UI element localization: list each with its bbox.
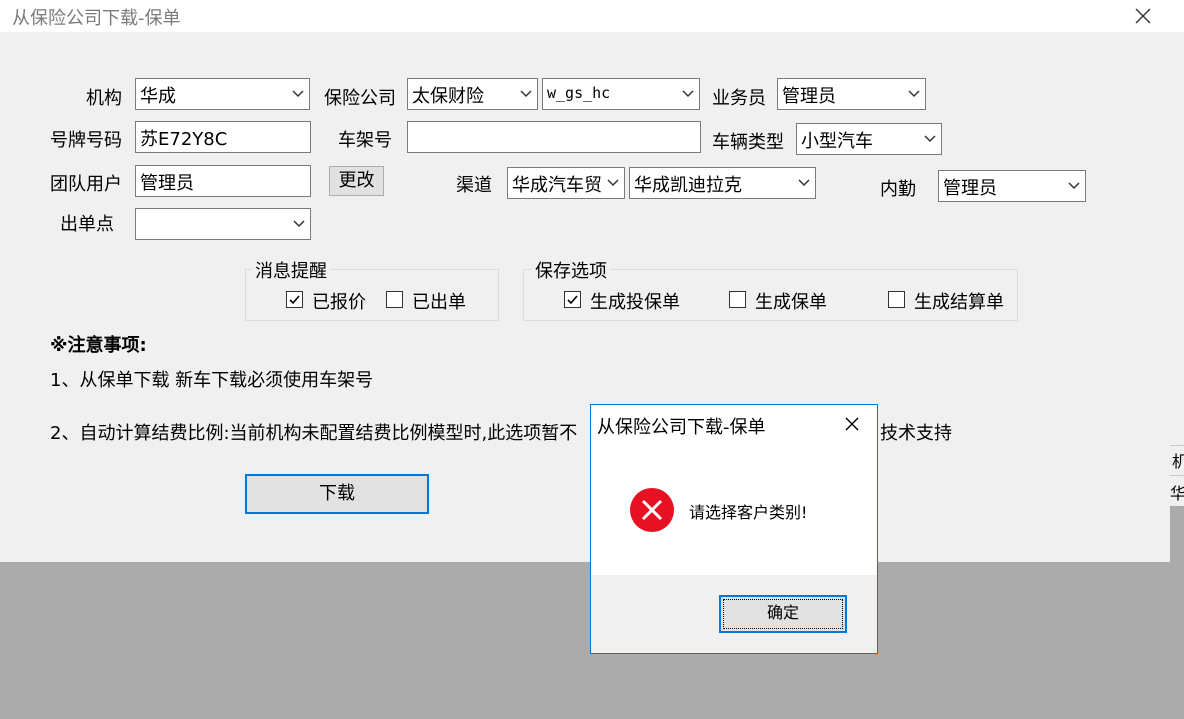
error-icon (630, 488, 674, 532)
group-title: 消息提醒 (252, 257, 330, 283)
background-divider (1168, 475, 1184, 476)
message-reminder-group: 消息提醒 已报价 已出单 (245, 257, 499, 321)
close-icon (845, 417, 859, 431)
main-window: 从保险公司下载-保单 机构 华成 保险公司 太保财险 w_gs_hc 业务员 管… (0, 0, 1184, 562)
dialog-footer: 确定 (591, 575, 877, 653)
channel-combo-1[interactable]: 华成汽车贸 (507, 167, 625, 199)
insurer-combo[interactable]: 太保财险 (407, 78, 538, 110)
vehicle-type-combo[interactable]: 小型汽车 (796, 123, 942, 155)
insurer-label: 保险公司 (324, 88, 396, 109)
dialog-title: 从保险公司下载-保单 (597, 417, 766, 438)
outlet-combo[interactable] (135, 208, 311, 240)
background-cell-text: 机 (1172, 452, 1184, 471)
chevron-down-icon (924, 135, 936, 143)
channel-value-2: 华成凯迪拉克 (634, 175, 742, 196)
ok-button[interactable]: 确定 (719, 595, 847, 633)
chevron-down-icon (520, 90, 532, 98)
plate-label: 号牌号码 (50, 130, 122, 151)
window-title: 从保险公司下载-保单 (12, 8, 181, 29)
salesman-value: 管理员 (782, 86, 836, 107)
checkmark-icon (567, 295, 578, 305)
change-button[interactable]: 更改 (329, 166, 384, 196)
chevron-down-icon (908, 90, 920, 98)
team-user-value: 管理员 (140, 173, 194, 194)
chevron-down-icon (798, 179, 810, 187)
gen-settlement-label: 生成结算单 (914, 292, 1004, 313)
channel-value-1: 华成汽车贸 (512, 175, 602, 196)
notes-line-2-end: 技术支持 (880, 423, 952, 444)
background-divider (1168, 445, 1184, 446)
notes-line-1: 1、从保单下载 新车下载必须使用车架号 (50, 370, 374, 391)
chevron-down-icon (607, 179, 619, 187)
issued-checkbox[interactable] (386, 291, 403, 308)
save-options-group: 保存选项 生成投保单 生成保单 生成结算单 (523, 257, 1018, 321)
main-titlebar: 从保险公司下载-保单 (0, 0, 1184, 32)
account-combo[interactable]: w_gs_hc (542, 78, 700, 110)
quoted-label: 已报价 (312, 292, 366, 313)
group-title: 保存选项 (532, 257, 610, 283)
dialog-close-button[interactable] (841, 413, 863, 435)
team-user-input[interactable]: 管理员 (135, 165, 311, 197)
plate-value: 苏E72Y8C (140, 129, 228, 150)
focus-rectangle (723, 599, 843, 629)
vehicle-type-label: 车辆类型 (712, 132, 784, 153)
team-user-label: 团队用户 (50, 174, 122, 195)
chevron-down-icon (293, 220, 305, 228)
notes-line-2: 2、自动计算结费比例:当前机构未配置结费比例模型时,此选项暂不 (50, 423, 578, 444)
internal-combo[interactable]: 管理员 (938, 170, 1086, 202)
gen-policy-label: 生成保单 (755, 292, 827, 313)
quoted-checkbox[interactable] (286, 291, 303, 308)
gen-proposal-checkbox[interactable] (564, 291, 581, 308)
org-combo[interactable]: 华成 (135, 78, 310, 110)
close-icon (1135, 8, 1151, 24)
channel-combo-2[interactable]: 华成凯迪拉克 (629, 167, 816, 199)
issued-label: 已出单 (412, 292, 466, 313)
vin-input[interactable] (407, 121, 701, 153)
org-value: 华成 (140, 86, 176, 107)
download-button[interactable]: 下载 (245, 474, 429, 514)
vin-label: 车架号 (338, 130, 392, 151)
gen-settlement-checkbox[interactable] (888, 291, 905, 308)
close-button[interactable] (1128, 2, 1158, 30)
insurer-value: 太保财险 (412, 86, 484, 107)
chevron-down-icon (682, 90, 694, 98)
internal-value: 管理员 (943, 178, 997, 199)
notes-heading: ※注意事项: (50, 335, 147, 356)
internal-label: 内勤 (880, 179, 916, 200)
vehicle-type-value: 小型汽车 (801, 131, 873, 152)
channel-label: 渠道 (456, 175, 492, 196)
plate-input[interactable]: 苏E72Y8C (135, 121, 311, 153)
outlet-label: 出单点 (60, 214, 114, 235)
error-dialog: 从保险公司下载-保单 请选择客户类别! 确定 (590, 404, 878, 654)
chevron-down-icon (292, 90, 304, 98)
salesman-combo[interactable]: 管理员 (777, 78, 926, 110)
gen-policy-checkbox[interactable] (729, 291, 746, 308)
org-label: 机构 (86, 88, 122, 109)
background-cell-text: 华 (1170, 484, 1184, 503)
dialog-message: 请选择客户类别! (689, 503, 808, 522)
salesman-label: 业务员 (712, 88, 766, 109)
account-value: w_gs_hc (547, 84, 611, 102)
form-area: 机构 华成 保险公司 太保财险 w_gs_hc 业务员 管理员 号牌号码 苏E7… (8, 32, 1168, 562)
chevron-down-icon (1068, 182, 1080, 190)
gen-proposal-label: 生成投保单 (590, 292, 680, 313)
checkmark-icon (289, 295, 300, 305)
